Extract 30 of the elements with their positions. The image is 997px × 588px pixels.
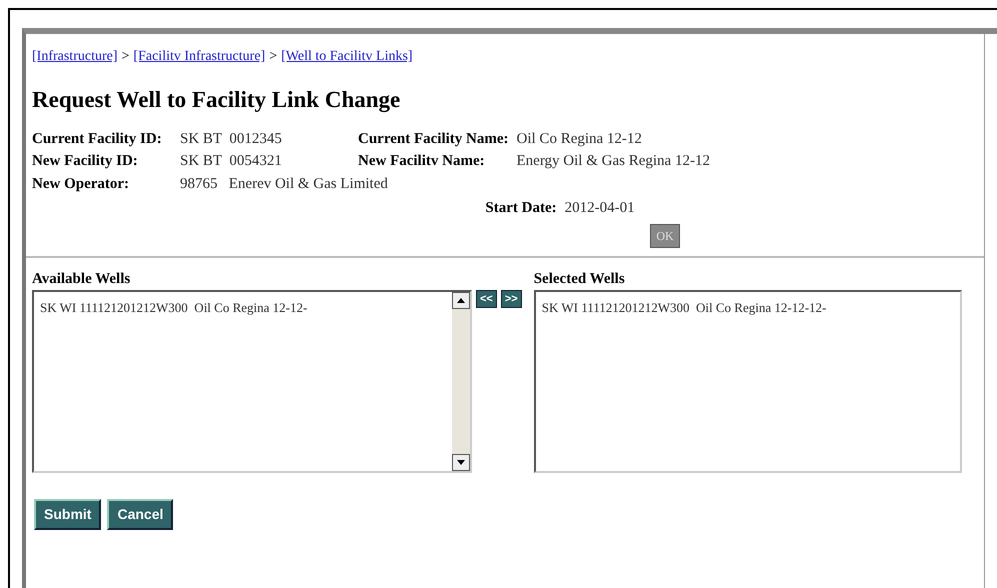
breadcrumb-link[interactable]: [Facilitv Infrastructure] [133,46,266,67]
field-value: 2012-04-01 [564,199,635,218]
field-label: Start Date: [485,199,557,218]
selected-wells-list[interactable]: SK WI 111121201212W300 Oil Co Regina 12-12-12- [534,290,962,473]
scroll-up-icon[interactable] [452,292,470,309]
field-label: New Facilitv Name: [358,152,486,171]
cancel-button[interactable]: Cancel [107,499,174,530]
field-label: Current Facility ID: [32,130,163,148]
submit-button[interactable]: Submit [34,499,102,530]
scrollbar[interactable] [452,292,470,471]
list-label: Selected Wells [534,270,626,288]
field-value: 98765 Enerev Oil & Gas Limited [180,174,389,194]
field-value: Energy Oil & Gas Regina 12-12 [516,152,711,171]
list-item[interactable]: SK WI 111121201212W300 Oil Co Regina 12-12-12- [542,298,954,318]
field-value: SK BT 0054321 [180,152,283,171]
list-label: Available Wells [32,270,132,288]
breadcrumb-separator: > [269,48,278,66]
field-label: Current Facility Name: [358,130,509,148]
scroll-down-icon[interactable] [452,454,470,471]
move-button[interactable]: >> [500,290,522,308]
list-item[interactable]: SK WI 111121201212W300 Oil Co Regina 12-12- [40,298,446,318]
field-value: Oil Co Regina 12-12 [516,130,643,148]
field-label: New Operator: [32,174,130,194]
breadcrumb-link[interactable]: [Infrastructure] [32,46,118,67]
move-button[interactable]: << [476,290,497,308]
field-label: New Facility ID: [32,152,139,171]
breadcrumb-separator: > [122,48,130,66]
page-title: Request Well to Facility Link Change [31,86,402,114]
breadcrumb-link[interactable]: [Well to Facilitv Links] [281,46,413,67]
field-value: SK BT 0012345 [180,130,283,148]
